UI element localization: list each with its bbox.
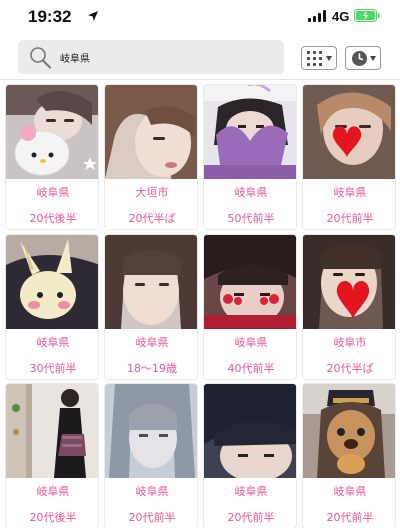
profile-age: 40代前半 <box>227 362 275 375</box>
history-sort-button[interactable] <box>345 46 381 70</box>
profile-card[interactable]: 岐阜県 30代前半 <box>5 234 99 380</box>
profile-area: 岐阜県 <box>234 186 268 199</box>
profile-area: 岐阜県 <box>234 336 268 349</box>
profile-card[interactable]: 大垣市 20代半ば <box>104 84 198 230</box>
profile-age: 20代半ば <box>128 212 176 225</box>
profile-photo <box>105 235 197 329</box>
location-arrow-icon <box>88 11 98 21</box>
search-icon <box>30 47 51 69</box>
profile-area: 岐阜県 <box>333 186 367 199</box>
status-bar: 19:32 4G <box>0 0 400 34</box>
profile-photo <box>204 235 296 329</box>
profile-photo <box>303 235 395 329</box>
profile-area: 岐阜県 <box>36 485 70 498</box>
profile-age: 20代前半 <box>128 511 176 524</box>
search-input[interactable]: 岐阜県 <box>18 40 284 74</box>
profile-card[interactable]: 岐阜県 20代前半 <box>302 84 396 230</box>
profile-photo <box>204 384 296 478</box>
profile-photo <box>303 85 395 179</box>
profile-photo <box>105 384 197 478</box>
profile-grid: 岐阜県 20代後半 大垣市 20代半ば 岐阜県 50代前半 岐阜県 20代前半 … <box>0 80 400 528</box>
profile-photo <box>105 85 197 179</box>
profile-age: 30代前半 <box>29 362 77 375</box>
profile-area: 岐阜県 <box>135 485 169 498</box>
profile-card[interactable]: 岐阜県 50代前半 <box>203 84 297 230</box>
profile-card[interactable]: 岐阜県 20代前半 <box>302 383 396 528</box>
chevron-down-icon <box>326 56 332 61</box>
profile-age: 20代後半 <box>29 511 77 524</box>
search-query: 岐阜県 <box>60 54 90 65</box>
network-type: 4G <box>332 9 350 24</box>
profile-age: 18〜19歳 <box>127 362 177 375</box>
profile-photo <box>6 85 98 179</box>
grid-view-icon <box>307 51 323 66</box>
profile-card[interactable]: 岐阜県 40代前半 <box>203 234 297 380</box>
profile-card[interactable]: 岐阜県 20代後半 <box>5 84 99 230</box>
clock-icon <box>352 51 367 66</box>
profile-age: 50代前半 <box>227 212 275 225</box>
profile-area: 岐阜県 <box>333 485 367 498</box>
profile-card[interactable]: 岐阜県 20代後半 <box>5 383 99 528</box>
profile-area: 岐阜県 <box>135 336 169 349</box>
cellular-signal-icon <box>308 10 328 22</box>
profile-photo <box>303 384 395 478</box>
profile-photo <box>6 384 98 478</box>
profile-age: 20代前半 <box>227 511 275 524</box>
profile-card[interactable]: 岐阜県 20代前半 <box>104 383 198 528</box>
profile-area: 大垣市 <box>135 186 169 199</box>
profile-card[interactable]: 岐阜県 18〜19歳 <box>104 234 198 380</box>
grid-view-button[interactable] <box>301 46 337 70</box>
profile-area: 岐阜県 <box>36 186 70 199</box>
profile-photo <box>6 235 98 329</box>
profile-photo <box>204 85 296 179</box>
profile-card[interactable]: 岐阜県 20代前半 <box>203 383 297 528</box>
profile-area: 岐阜県 <box>234 485 268 498</box>
profile-age: 20代半ば <box>326 362 374 375</box>
battery-charging-icon <box>354 9 380 22</box>
profile-age: 20代前半 <box>326 511 374 524</box>
profile-age: 20代前半 <box>326 212 374 225</box>
status-time: 19:32 <box>28 7 72 26</box>
profile-area: 岐阜県 <box>36 336 70 349</box>
profile-area: 岐阜市 <box>333 336 367 349</box>
chevron-down-icon <box>370 56 376 61</box>
profile-card[interactable]: 岐阜市 20代半ば <box>302 234 396 380</box>
profile-age: 20代後半 <box>29 212 77 225</box>
search-toolbar: 岐阜県 <box>0 34 400 80</box>
